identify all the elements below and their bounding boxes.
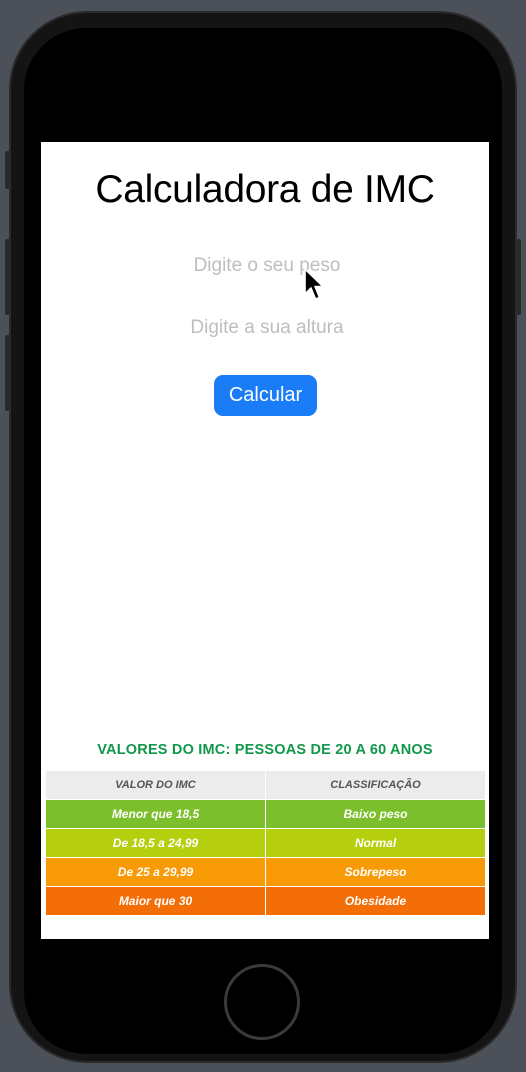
mouse-pointer-icon <box>304 268 324 300</box>
silent-switch <box>5 151 10 189</box>
table-row: Menor que 18,5 Baixo peso <box>45 799 486 829</box>
volume-up-button <box>5 239 10 315</box>
header-classificacao: CLASSIFICAÇÃO <box>265 770 486 800</box>
classificacao-cell: Normal <box>265 828 486 858</box>
app-screen: Calculadora de IMC Calcular VALORES DO I… <box>41 142 489 939</box>
peso-input[interactable] <box>115 248 419 284</box>
valor-cell: Maior que 30 <box>45 886 266 916</box>
imc-table: VALOR DO IMC CLASSIFICAÇÃO Menor que 18,… <box>45 770 486 916</box>
valor-cell: Menor que 18,5 <box>45 799 266 829</box>
table-header-row: VALOR DO IMC CLASSIFICAÇÃO <box>45 770 486 800</box>
table-row: De 25 a 29,99 Sobrepeso <box>45 857 486 887</box>
calcular-button[interactable]: Calcular <box>214 375 317 416</box>
page-title: Calculadora de IMC <box>95 168 435 211</box>
classificacao-cell: Baixo peso <box>265 799 486 829</box>
classificacao-cell: Sobrepeso <box>265 857 486 887</box>
home-button[interactable] <box>224 964 300 1040</box>
classificacao-cell: Obesidade <box>265 886 486 916</box>
valor-cell: De 25 a 29,99 <box>45 857 266 887</box>
valor-cell: De 18,5 a 24,99 <box>45 828 266 858</box>
table-row: Maior que 30 Obesidade <box>45 886 486 916</box>
volume-down-button <box>5 335 10 411</box>
table-row: De 18,5 a 24,99 Normal <box>45 828 486 858</box>
imc-table-title: VALORES DO IMC: PESSOAS DE 20 A 60 ANOS <box>97 742 433 758</box>
header-valor-imc: VALOR DO IMC <box>45 770 266 800</box>
power-button <box>516 239 521 315</box>
altura-input[interactable] <box>115 310 419 346</box>
